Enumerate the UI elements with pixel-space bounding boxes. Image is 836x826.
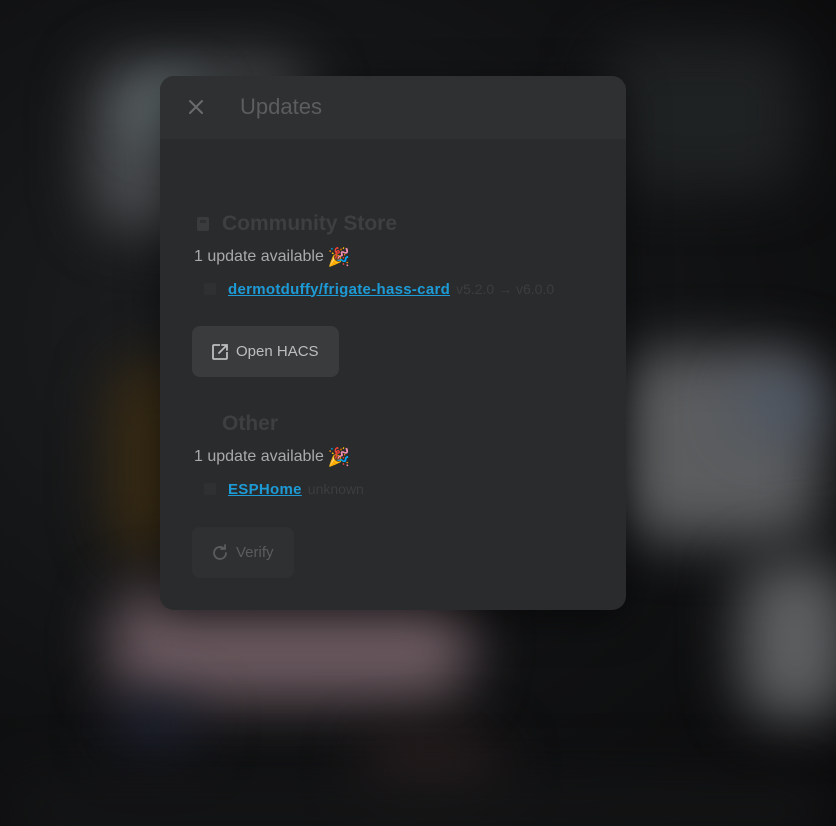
background-blur-region <box>620 350 820 540</box>
summary-text: 1 update available <box>194 248 324 265</box>
party-popper-icon: 🎉 <box>327 246 351 267</box>
section-title-label: Other <box>222 412 279 435</box>
update-item-link[interactable]: dermotduffy/frigate-hass-card <box>228 281 450 298</box>
close-button[interactable] <box>182 93 210 121</box>
open-hacs-label: Open HACS <box>236 343 319 360</box>
background-blur-region <box>740 380 820 430</box>
bullet-icon <box>192 478 228 500</box>
list-item: dermotduffy/frigate-hass-card v5.2.0 → v… <box>192 278 596 300</box>
section-title-label: Community Store <box>222 212 398 235</box>
update-item-version: unknown <box>307 481 364 497</box>
update-item-version: v5.2.0 → v6.0.0 <box>456 281 555 297</box>
refresh-icon <box>213 543 227 560</box>
verify-button[interactable]: Verify <box>192 527 294 578</box>
background-blur-region <box>110 700 200 750</box>
update-summary: 1 update available 🎉 <box>194 446 612 468</box>
updates-dialog: Updates Community Store 1 update availab… <box>160 76 626 610</box>
open-in-new-icon <box>212 343 228 360</box>
open-hacs-button[interactable]: Open HACS <box>192 326 339 377</box>
dialog-title: Updates <box>240 94 322 119</box>
close-icon <box>189 100 203 114</box>
list-item: ESPHome unknown <box>192 478 596 500</box>
background-blur-region <box>0 780 836 826</box>
summary-text: 1 update available <box>194 448 324 465</box>
section-placeholder-icon <box>192 413 214 435</box>
verify-label: Verify <box>236 544 274 561</box>
background-blur-region <box>600 40 800 190</box>
update-item-link[interactable]: ESPHome <box>228 481 302 498</box>
section-title: Community Store <box>192 210 612 238</box>
update-summary: 1 update available 🎉 <box>194 246 612 268</box>
store-icon <box>192 213 214 235</box>
background-blur-region <box>740 560 836 720</box>
dialog-header: Updates <box>160 76 626 140</box>
section-community-store: Community Store 1 update available 🎉 der… <box>192 210 612 300</box>
party-popper-icon: 🎉 <box>327 446 351 467</box>
bullet-icon <box>192 278 228 300</box>
section-title: Other <box>192 410 612 438</box>
section-other: Other 1 update available 🎉 ESPHome unkno… <box>192 410 612 500</box>
